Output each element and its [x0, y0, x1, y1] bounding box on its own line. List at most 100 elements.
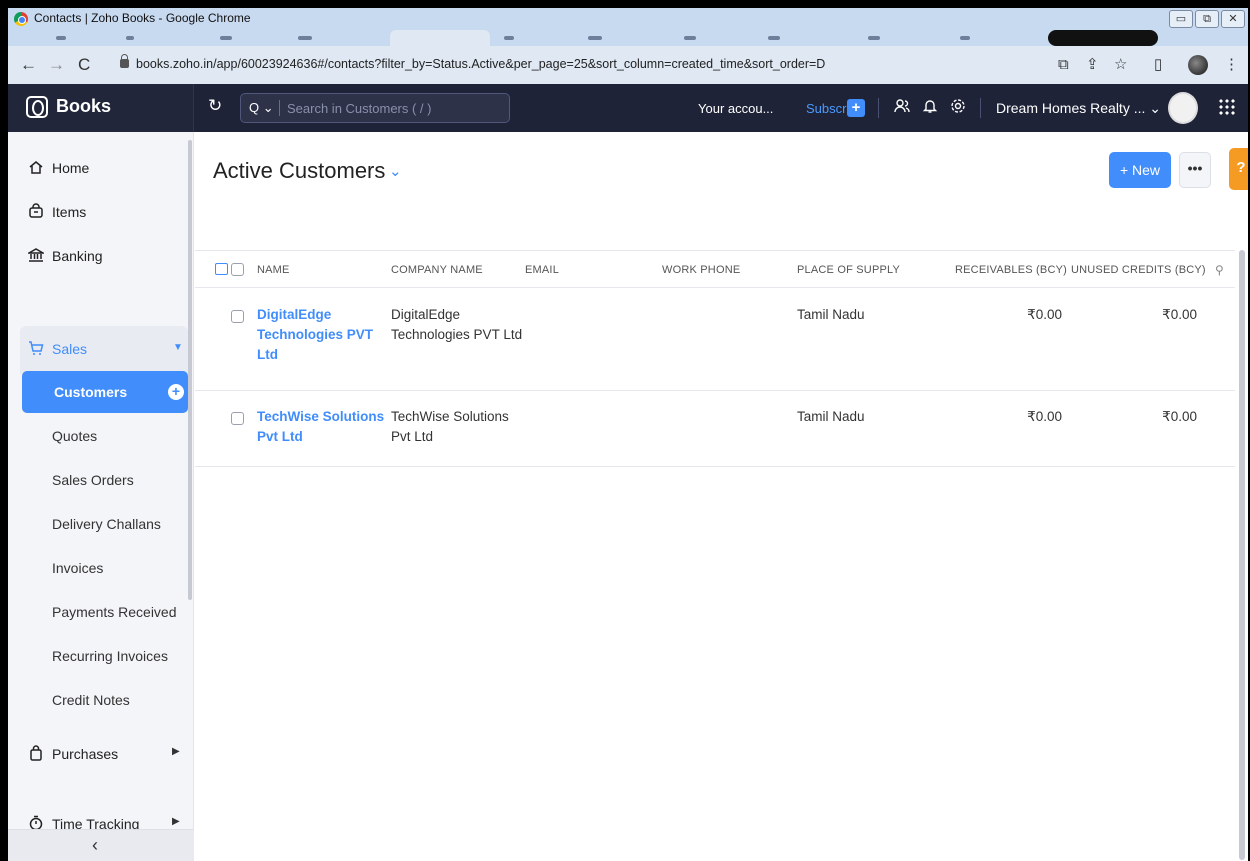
add-customer-icon[interactable]: +	[168, 384, 184, 400]
table-row[interactable]: TechWise Solutions Pvt Ltd TechWise Solu…	[195, 391, 1235, 467]
browser-menu-icon[interactable]: ⋮	[1224, 55, 1239, 75]
sidebar-item-label: Customers	[54, 384, 128, 400]
share-icon[interactable]: ⇪	[1086, 55, 1099, 75]
minimize-button[interactable]: ▭	[1169, 10, 1193, 28]
brand-name: Books	[56, 96, 112, 116]
browser-tab-active[interactable]	[390, 30, 490, 46]
notifications-bell-icon[interactable]	[922, 98, 938, 120]
new-customer-button[interactable]: + New	[1109, 152, 1171, 188]
caret-right-icon: ▶	[172, 816, 180, 827]
your-account-link[interactable]: Your accou...	[698, 101, 773, 116]
sidebar-item-customers[interactable]: Customers +	[22, 371, 188, 413]
browser-tab[interactable]	[588, 36, 602, 40]
column-header-receivables[interactable]: RECEIVABLES (BCY)	[955, 264, 1067, 276]
side-panel-icon[interactable]: ▯	[1154, 55, 1162, 75]
lock-icon[interactable]	[120, 54, 129, 68]
sidebar-item-invoices[interactable]: Invoices	[52, 560, 103, 576]
select-all-checkbox[interactable]	[231, 263, 244, 276]
browser-tab[interactable]	[960, 36, 970, 40]
help-button[interactable]: ?	[1229, 148, 1248, 190]
quick-create-button[interactable]: +	[847, 99, 865, 117]
tab-strip	[8, 30, 1158, 46]
table-row[interactable]: DigitalEdge Technologies PVT Ltd Digital…	[195, 289, 1235, 391]
translate-icon[interactable]: ⧉	[1058, 55, 1069, 75]
bank-icon	[26, 247, 46, 263]
column-header-unused-credits[interactable]: UNUSED CREDITS (BCY)	[1071, 264, 1206, 276]
column-header-company[interactable]: COMPANY NAME	[391, 264, 483, 276]
company-name-line: Pvt Ltd	[391, 429, 434, 444]
sidebar-item-label: Home	[52, 160, 90, 176]
column-header-email[interactable]: EMAIL	[525, 264, 559, 276]
sidebar-group-sales[interactable]: Sales ▼	[20, 326, 188, 374]
sidebar-collapse-button[interactable]: ‹	[8, 829, 194, 861]
browser-tab[interactable]	[768, 36, 780, 40]
sidebar-item-purchases[interactable]: Purchases ▶	[8, 738, 194, 770]
search-input[interactable]	[287, 99, 497, 117]
column-search-icon[interactable]: ⚲	[1215, 263, 1224, 277]
row-checkbox[interactable]	[231, 412, 244, 425]
more-options-button[interactable]: •••	[1179, 152, 1211, 188]
search-box: Q ⌄	[240, 93, 510, 123]
header-divider	[878, 98, 879, 118]
sidebar-item-payments-received[interactable]: Payments Received	[52, 604, 177, 620]
books-logo-icon	[26, 96, 48, 118]
caret-right-icon: ▶	[172, 746, 180, 757]
browser-tab[interactable]	[298, 36, 312, 40]
reload-button[interactable]: C	[78, 55, 90, 75]
column-header-work-phone[interactable]: WORK PHONE	[662, 264, 740, 276]
column-header-place-of-supply[interactable]: PLACE OF SUPPLY	[797, 264, 900, 276]
browser-tab[interactable]	[684, 36, 696, 40]
browser-profile-icon[interactable]	[1188, 55, 1208, 75]
forward-button[interactable]: →	[48, 55, 65, 75]
customer-name-link[interactable]: DigitalEdge Technologies PVT Ltd	[257, 305, 373, 365]
sidebar-item-label: Banking	[52, 248, 103, 264]
sidebar-item-banking[interactable]: Banking	[8, 240, 194, 272]
sidebar-item-items[interactable]: Items	[8, 196, 194, 228]
cart-icon	[28, 340, 44, 360]
search-scope-dropdown[interactable]: Q ⌄	[249, 100, 274, 116]
organization-switcher[interactable]: Dream Homes Realty ... ⌄	[996, 100, 1161, 117]
table-header: NAME COMPANY NAME EMAIL WORK PHONE PLACE…	[195, 250, 1235, 288]
chrome-logo-icon	[14, 12, 28, 26]
window-title: Contacts | Zoho Books - Google Chrome	[34, 11, 251, 25]
browser-tab[interactable]	[220, 36, 232, 40]
browser-tab[interactable]	[868, 36, 880, 40]
brand[interactable]: Books	[8, 84, 194, 132]
window-titlebar: Contacts | Zoho Books - Google Chrome ▭ …	[8, 8, 1248, 46]
sidebar-item-delivery-challans[interactable]: Delivery Challans	[52, 516, 161, 532]
header-divider	[980, 98, 981, 118]
url-field[interactable]: books.zoho.in/app/60023924636#/contacts?…	[136, 57, 825, 71]
sidebar-item-home[interactable]: Home	[8, 152, 194, 184]
main-scrollbar[interactable]	[1239, 250, 1245, 860]
customer-name-link[interactable]: TechWise Solutions Pvt Ltd	[257, 407, 384, 447]
bookmark-star-icon[interactable]: ☆	[1114, 55, 1127, 75]
users-icon[interactable]	[894, 98, 910, 120]
column-header-name[interactable]: NAME	[257, 264, 290, 276]
browser-tab[interactable]	[56, 36, 66, 40]
app-launcher-grid-icon[interactable]	[1218, 98, 1236, 116]
maximize-button[interactable]: ⧉	[1195, 10, 1219, 28]
browser-tab[interactable]	[504, 36, 514, 40]
column-config-icon[interactable]	[215, 263, 228, 275]
sidebar-item-recurring-invoices[interactable]: Recurring Invoices	[52, 648, 168, 664]
sidebar-item-credit-notes[interactable]: Credit Notes	[52, 692, 130, 708]
unused-credits-cell: ₹0.00	[1162, 307, 1197, 322]
sidebar-item-sales-orders[interactable]: Sales Orders	[52, 472, 134, 488]
row-checkbox[interactable]	[231, 310, 244, 323]
customer-name-line: TechWise Solutions	[257, 409, 385, 424]
settings-gear-icon[interactable]	[950, 98, 966, 120]
user-avatar[interactable]	[1168, 92, 1198, 124]
sidebar-item-quotes[interactable]: Quotes	[52, 428, 97, 444]
address-bar: ← → C books.zoho.in/app/60023924636#/con…	[8, 46, 1248, 84]
refresh-icon[interactable]: ↻	[208, 96, 222, 116]
sidebar-scrollbar[interactable]	[188, 140, 192, 600]
view-dropdown-chevron-icon[interactable]: ⌄	[389, 162, 402, 180]
close-window-button[interactable]: ✕	[1221, 10, 1245, 28]
back-button[interactable]: ←	[20, 55, 37, 75]
items-bag-icon	[28, 203, 44, 219]
page-title[interactable]: Active Customers	[213, 158, 385, 184]
browser-tab[interactable]	[126, 36, 134, 40]
browser-tab[interactable]	[1048, 30, 1158, 46]
receivables-cell: ₹0.00	[1027, 409, 1062, 424]
sidebar-item-label: Items	[52, 204, 87, 220]
